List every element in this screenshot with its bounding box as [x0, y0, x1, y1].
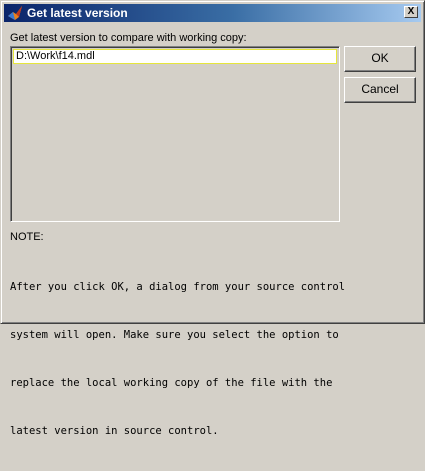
cancel-button[interactable]: Cancel	[344, 77, 416, 103]
file-listbox[interactable]: D:\Work\f14.mdl	[10, 46, 340, 222]
note-heading: NOTE:	[10, 231, 44, 243]
matlab-logo-icon	[8, 6, 22, 20]
title-bar[interactable]: Get latest version X	[4, 4, 421, 22]
note-line: After you click OK, a dialog from your s…	[10, 281, 346, 293]
note-text: After you click OK, a dialog from your s…	[10, 247, 420, 471]
note-line: latest version in source control.	[10, 425, 219, 437]
dialog-window: Get latest version X Get latest version …	[0, 0, 425, 437]
note-line: system will open. Make sure you select t…	[10, 329, 339, 341]
close-button[interactable]: X	[404, 6, 418, 18]
list-item-selected[interactable]: D:\Work\f14.mdl	[13, 49, 337, 64]
ok-button[interactable]: OK	[344, 46, 416, 72]
prompt-label: Get latest version to compare with worki…	[10, 32, 247, 44]
note-line: replace the local working copy of the fi…	[10, 377, 333, 389]
window-title: Get latest version	[27, 6, 128, 20]
